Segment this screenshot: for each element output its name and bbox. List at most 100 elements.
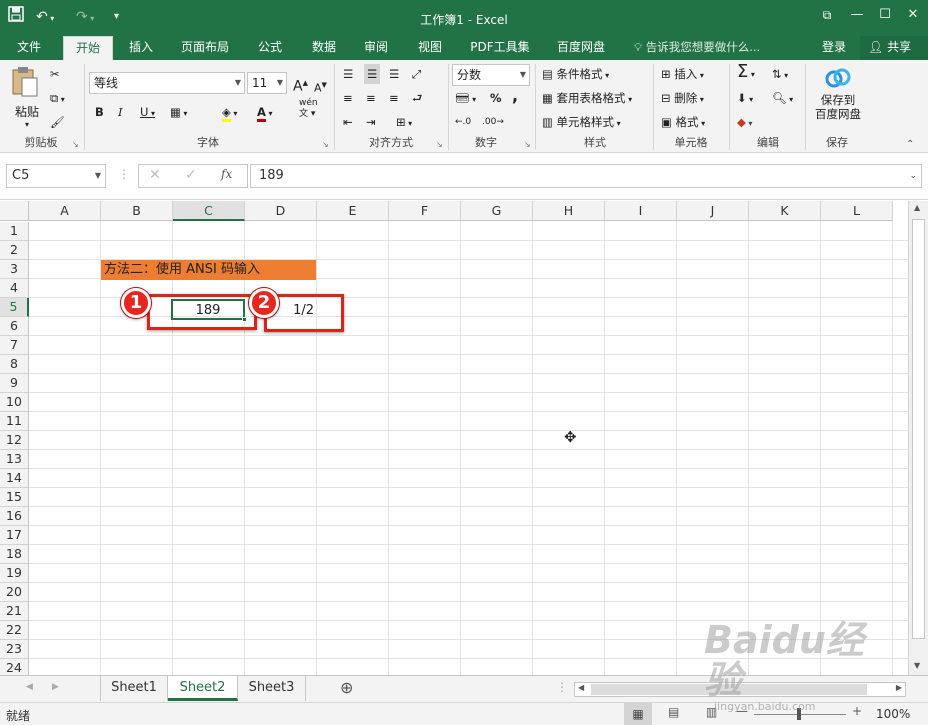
wrap-text-icon[interactable]: ⮐ <box>412 88 422 108</box>
font-launcher-icon[interactable]: ↘ <box>322 140 329 149</box>
format-cells-button[interactable]: ▣ 格式 ▾ <box>661 112 705 132</box>
increase-indent-icon[interactable]: ⇥ <box>366 112 376 132</box>
row-header-11[interactable]: 11 <box>0 412 29 431</box>
row-header-12[interactable]: 12 <box>0 431 29 450</box>
italic-button[interactable]: I <box>118 102 123 122</box>
find-select-icon[interactable]: 🔍︎ ▾ <box>772 88 793 108</box>
sheet-tab-2[interactable]: Sheet2 <box>168 676 238 701</box>
row-header-2[interactable]: 2 <box>0 241 29 260</box>
column-header-k[interactable]: K <box>749 201 821 221</box>
phonetic-guide-icon[interactable]: wén 文 ▾ <box>299 98 318 119</box>
fill-color-icon[interactable]: ◈ ▾ <box>222 102 237 122</box>
collapse-ribbon-icon[interactable]: ⌃ <box>906 139 914 150</box>
minimize-button[interactable]: — <box>842 0 872 32</box>
column-header-c[interactable]: C <box>173 201 245 221</box>
cell-b3[interactable]: 方法二：使用 ANSI 码输入 <box>101 260 316 280</box>
decrease-decimal-icon[interactable]: .00→ <box>482 112 504 132</box>
row-header-14[interactable]: 14 <box>0 469 29 488</box>
scroll-up-icon[interactable]: ▲ <box>914 203 920 212</box>
enter-icon[interactable]: ✓ <box>185 167 197 183</box>
tab-pdf-tools[interactable]: PDF工具集 <box>462 36 538 60</box>
row-header-4[interactable]: 4 <box>0 279 29 298</box>
format-painter-icon[interactable]: 🖌︎ <box>50 112 65 132</box>
decrease-indent-icon[interactable]: ⇤ <box>343 112 353 132</box>
format-as-table-button[interactable]: ▦ 套用表格格式 ▾ <box>542 88 632 108</box>
alignment-launcher-icon[interactable]: ↘ <box>436 140 443 149</box>
percent-button[interactable]: % <box>490 88 502 108</box>
page-layout-view-icon[interactable]: ▤ <box>668 705 679 719</box>
close-button[interactable]: ✕ <box>898 0 928 32</box>
row-header-20[interactable]: 20 <box>0 583 29 602</box>
font-name-select[interactable]: 等线 ▼ <box>89 72 245 94</box>
select-all-corner[interactable] <box>0 201 29 221</box>
tab-baidu-netdisk[interactable]: 百度网盘 <box>548 36 614 60</box>
expand-formula-icon[interactable]: ⌄ <box>909 165 917 187</box>
tab-view[interactable]: 视图 <box>408 36 452 60</box>
align-left-icon[interactable]: ≡ <box>343 88 353 108</box>
row-header-13[interactable]: 13 <box>0 450 29 469</box>
row-header-22[interactable]: 22 <box>0 621 29 640</box>
currency-icon[interactable]: 💳︎ ▾ <box>455 88 476 108</box>
conditional-formatting-button[interactable]: ▤ 条件格式 ▾ <box>542 64 609 84</box>
row-header-24[interactable]: 24 <box>0 659 29 675</box>
column-header-h[interactable]: H <box>533 201 605 221</box>
column-header-f[interactable]: F <box>389 201 461 221</box>
row-header-1[interactable]: 1 <box>0 222 29 241</box>
row-header-3[interactable]: 3 <box>0 260 29 279</box>
scroll-right-icon[interactable]: ▶ <box>896 683 902 692</box>
cut-icon[interactable]: ✂ <box>50 64 60 84</box>
number-format-select[interactable]: 分数 ▼ <box>452 64 530 86</box>
row-header-10[interactable]: 10 <box>0 393 29 412</box>
share-button[interactable]: 👤︎ 共享 <box>860 36 928 60</box>
shrink-font-icon[interactable]: A▼ <box>314 75 327 95</box>
comma-button[interactable]: , <box>512 86 518 106</box>
clear-icon[interactable]: ◆ ▾ <box>737 112 752 132</box>
column-header-g[interactable]: G <box>461 201 533 221</box>
row-header-17[interactable]: 17 <box>0 526 29 545</box>
tab-page-layout[interactable]: 页面布局 <box>172 36 238 60</box>
normal-view-icon[interactable]: ▦ <box>624 703 652 725</box>
align-bottom-icon[interactable]: ☰ <box>389 64 399 84</box>
column-header-j[interactable]: J <box>677 201 749 221</box>
paste-button[interactable]: 粘贴 ▾ <box>10 66 44 129</box>
login-link[interactable]: 登录 <box>822 36 846 60</box>
bold-button[interactable]: B <box>95 102 104 122</box>
row-header-21[interactable]: 21 <box>0 602 29 621</box>
row-header-8[interactable]: 8 <box>0 355 29 374</box>
sheet-tab-3[interactable]: Sheet3 <box>238 676 306 701</box>
worksheet-grid[interactable]: ABCDEFGHIJKL 1 2 3 4 5 6 7 8 9 10 11 12 13 14 15 16 17 18… <box>0 201 908 675</box>
formula-input[interactable]: 189 ⌄ <box>250 164 922 188</box>
autosum-icon[interactable]: Σ ▾ <box>737 62 755 82</box>
row-header-16[interactable]: 16 <box>0 507 29 526</box>
column-header-b[interactable]: B <box>101 201 173 221</box>
align-center-icon[interactable]: ≡ <box>366 88 376 108</box>
prev-sheet-icon[interactable]: ◀ <box>26 682 33 692</box>
align-top-icon[interactable]: ☰ <box>343 64 353 84</box>
delete-cells-button[interactable]: ⊟ 删除 ▾ <box>661 88 704 108</box>
font-color-icon[interactable]: A ▾ <box>257 102 272 122</box>
scroll-left-icon[interactable]: ◀ <box>578 683 584 692</box>
vertical-scrollbar[interactable]: ▲ ▼ <box>908 201 928 675</box>
tab-home[interactable]: 开始 <box>63 36 113 60</box>
row-header-18[interactable]: 18 <box>0 545 29 564</box>
insert-function-icon[interactable]: fx <box>221 167 232 181</box>
copy-icon[interactable]: ⧉ ▾ <box>50 88 65 108</box>
column-header-e[interactable]: E <box>317 201 389 221</box>
ribbon-display-options-icon[interactable]: ⧉ <box>812 0 842 32</box>
sheet-tab-1[interactable]: Sheet1 <box>100 676 168 701</box>
cancel-icon[interactable]: ✕ <box>149 167 161 183</box>
row-header-9[interactable]: 9 <box>0 374 29 393</box>
number-launcher-icon[interactable]: ↘ <box>524 140 531 149</box>
column-header-l[interactable]: L <box>821 201 893 221</box>
row-header-19[interactable]: 19 <box>0 564 29 583</box>
next-sheet-icon[interactable]: ▶ <box>52 682 59 692</box>
sort-filter-icon[interactable]: ⇅ ▾ <box>772 64 788 84</box>
name-box[interactable]: C5 ▼ <box>6 164 106 188</box>
column-header-d[interactable]: D <box>245 201 317 221</box>
font-size-select[interactable]: 11 ▼ <box>247 72 287 94</box>
column-header-i[interactable]: I <box>605 201 677 221</box>
merge-center-icon[interactable]: ⊞ ▾ <box>396 112 412 132</box>
borders-icon[interactable]: ▦ ▾ <box>170 102 187 122</box>
column-header-a[interactable]: A <box>29 201 101 221</box>
tell-me-box[interactable]: 💡︎ 告诉我您想要做什么... <box>634 36 760 60</box>
